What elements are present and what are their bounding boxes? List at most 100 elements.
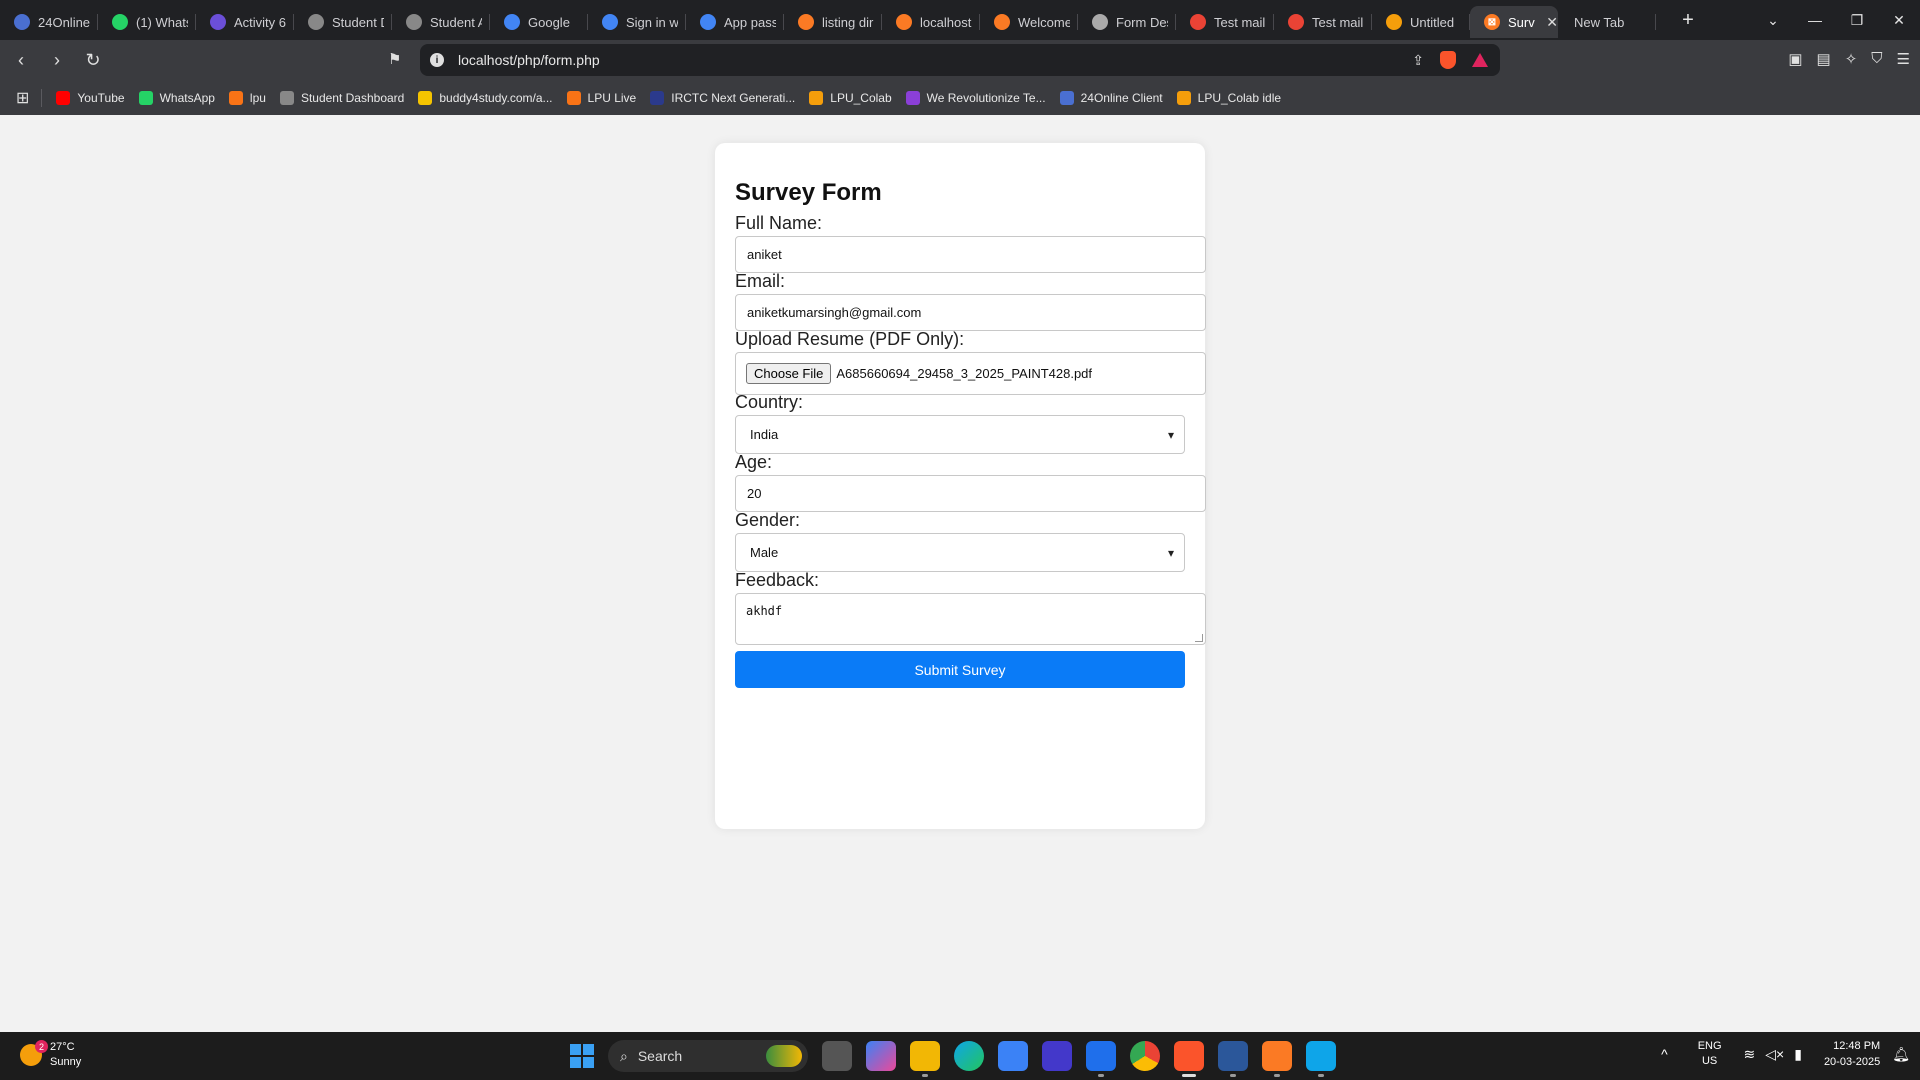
tab-favicon: ⊠ xyxy=(1484,14,1500,30)
browser-tab-bar: 24Online (1) Whats Activity 6 Student D Stud… xyxy=(0,0,1920,40)
bookmark-label: lpu xyxy=(249,90,266,105)
windows-start-icon[interactable] xyxy=(570,1044,594,1068)
gender-select[interactable]: Male ▾ xyxy=(735,533,1185,572)
task-view-icon[interactable] xyxy=(822,1041,852,1071)
close-icon[interactable]: ✕ xyxy=(1546,14,1558,31)
email-label: Email: xyxy=(735,271,786,291)
bookmark-icon[interactable]: ⚑ xyxy=(388,50,401,68)
bookmark-item[interactable]: We Revolutionize Te... xyxy=(905,90,1046,105)
tab[interactable]: App pass xyxy=(686,6,784,38)
bookmark-list: YouTube WhatsApp lpu Student Dashboard buddy… xyxy=(56,90,1295,105)
url-text[interactable]: localhost/php/form.php xyxy=(458,52,600,68)
clock[interactable]: 12:48 PM 20-03-2025 xyxy=(1824,1038,1880,1070)
sidebar-icon[interactable]: ▣ xyxy=(1788,50,1802,68)
forward-icon[interactable]: › xyxy=(42,50,72,71)
word-icon[interactable] xyxy=(1218,1041,1248,1077)
choose-file-button[interactable]: Choose File xyxy=(746,363,832,384)
windows-taskbar: 2 27°C Sunny ⌕ Search ^ ENG US ≋ ◁× ▮ 12… xyxy=(0,1032,1920,1080)
file-explorer-icon[interactable] xyxy=(910,1041,940,1077)
apps-grid-icon[interactable]: ⊞ xyxy=(16,88,29,108)
bookmark-item[interactable]: LPU_Colab idle xyxy=(1176,90,1281,105)
new-tab-plus-icon[interactable]: + xyxy=(1676,9,1700,32)
brave-shields-icon[interactable] xyxy=(1440,51,1456,69)
tab-favicon xyxy=(406,14,422,30)
wifi-icon[interactable]: ≋ xyxy=(1744,1046,1756,1063)
full-name-input[interactable] xyxy=(735,236,1206,273)
bookmark-item[interactable]: lpu xyxy=(228,90,266,105)
language-indicator[interactable]: ENG US xyxy=(1698,1039,1722,1069)
resume-file-input[interactable]: Choose File A685660694_29458_3_2025_PAIN… xyxy=(735,352,1206,395)
tab[interactable]: Test mail xyxy=(1176,6,1274,38)
tab-favicon xyxy=(896,14,912,30)
copilot-icon[interactable] xyxy=(866,1041,896,1071)
tab-label: Surv xyxy=(1508,14,1535,30)
email-input[interactable] xyxy=(735,294,1206,331)
resize-handle-icon[interactable] xyxy=(1195,634,1203,642)
tab[interactable]: Student A xyxy=(392,6,490,38)
chevron-up-icon[interactable]: ^ xyxy=(1661,1046,1668,1062)
tab[interactable]: localhost xyxy=(882,6,980,38)
xampp-icon[interactable] xyxy=(1262,1041,1292,1077)
site-info-icon[interactable]: i xyxy=(430,53,444,67)
tab-label: Sign in w xyxy=(626,14,678,30)
tab[interactable]: (1) Whats xyxy=(98,6,196,38)
battery-icon[interactable]: ▮ xyxy=(1794,1046,1802,1063)
taskbar-search[interactable]: ⌕ Search xyxy=(608,1040,808,1072)
powerautomate-icon[interactable] xyxy=(1042,1041,1072,1071)
restore-icon[interactable]: ❐ xyxy=(1836,12,1878,29)
notification-bell-icon[interactable]: 🔔︎ xyxy=(1892,1046,1910,1063)
vpn-icon[interactable]: ⛉ xyxy=(1871,50,1882,68)
tab[interactable]: 24Online xyxy=(0,6,98,38)
vscode-icon[interactable] xyxy=(1086,1041,1116,1077)
tab[interactable]: listing dir xyxy=(784,6,882,38)
tab-label: New Tab xyxy=(1574,14,1625,30)
full-name-label: Full Name: xyxy=(735,213,823,233)
tab[interactable]: Test mail xyxy=(1274,6,1372,38)
tab-new-tab[interactable]: New Tab xyxy=(1558,6,1656,38)
age-input[interactable] xyxy=(735,475,1206,512)
bookmark-item[interactable]: LPU Live xyxy=(566,90,636,105)
brave-icon[interactable] xyxy=(1174,1041,1204,1077)
bookmark-item[interactable]: 24Online Client xyxy=(1059,90,1163,105)
gender-label: Gender: xyxy=(735,510,801,530)
tab-label: Test mail xyxy=(1312,14,1364,30)
share-icon[interactable]: ⇪ xyxy=(1412,52,1424,69)
tab[interactable]: Student D xyxy=(294,6,392,38)
edge-icon[interactable] xyxy=(954,1041,984,1071)
tab-label: Welcome xyxy=(1018,14,1070,30)
tab[interactable]: Google xyxy=(490,6,588,38)
country-select[interactable]: India ▾ xyxy=(735,415,1185,454)
bookmark-item[interactable]: YouTube xyxy=(56,90,125,105)
feedback-textarea[interactable]: akhdf xyxy=(735,593,1206,645)
paint-icon[interactable] xyxy=(1306,1041,1336,1077)
bookmark-item[interactable]: IRCTC Next Generati... xyxy=(650,90,795,105)
bookmark-item[interactable]: WhatsApp xyxy=(138,90,215,105)
chrome-icon[interactable] xyxy=(1130,1041,1160,1071)
tab-label: App pass xyxy=(724,14,776,30)
store-icon[interactable] xyxy=(998,1041,1028,1071)
tab[interactable]: Sign in w xyxy=(588,6,686,38)
tab[interactable]: Form Des xyxy=(1078,6,1176,38)
tab[interactable]: Welcome xyxy=(980,6,1078,38)
leo-ai-icon[interactable]: ✧ xyxy=(1845,50,1858,68)
brave-rewards-icon[interactable] xyxy=(1472,53,1488,67)
tab-search-chevron-icon[interactable]: ⌄ xyxy=(1752,12,1794,29)
minimize-icon[interactable]: — xyxy=(1794,12,1836,28)
wallet-icon[interactable]: ▤ xyxy=(1817,50,1831,68)
weather-widget[interactable]: 2 27°C Sunny xyxy=(20,1040,81,1070)
tab-label: listing dir xyxy=(822,14,874,30)
back-icon[interactable]: ‹ xyxy=(6,50,36,71)
tab[interactable]: Activity 6 xyxy=(196,6,294,38)
bookmark-favicon xyxy=(279,90,294,105)
bookmark-item[interactable]: Student Dashboard xyxy=(279,90,404,105)
reload-icon[interactable]: ↻ xyxy=(78,50,108,71)
bookmark-item[interactable]: buddy4study.com/a... xyxy=(418,90,553,105)
address-bar[interactable]: i localhost/php/form.php ⇪ xyxy=(420,44,1500,76)
menu-icon[interactable]: ☰ xyxy=(1897,50,1910,68)
submit-survey-button[interactable]: Submit Survey xyxy=(735,651,1185,688)
window-close-icon[interactable]: ✕ xyxy=(1878,12,1920,29)
tab-active[interactable]: ⊠ Surv ✕ xyxy=(1470,6,1558,38)
bookmark-item[interactable]: LPU_Colab xyxy=(809,90,892,105)
volume-mute-icon[interactable]: ◁× xyxy=(1765,1046,1784,1063)
tab[interactable]: Untitled xyxy=(1372,6,1470,38)
